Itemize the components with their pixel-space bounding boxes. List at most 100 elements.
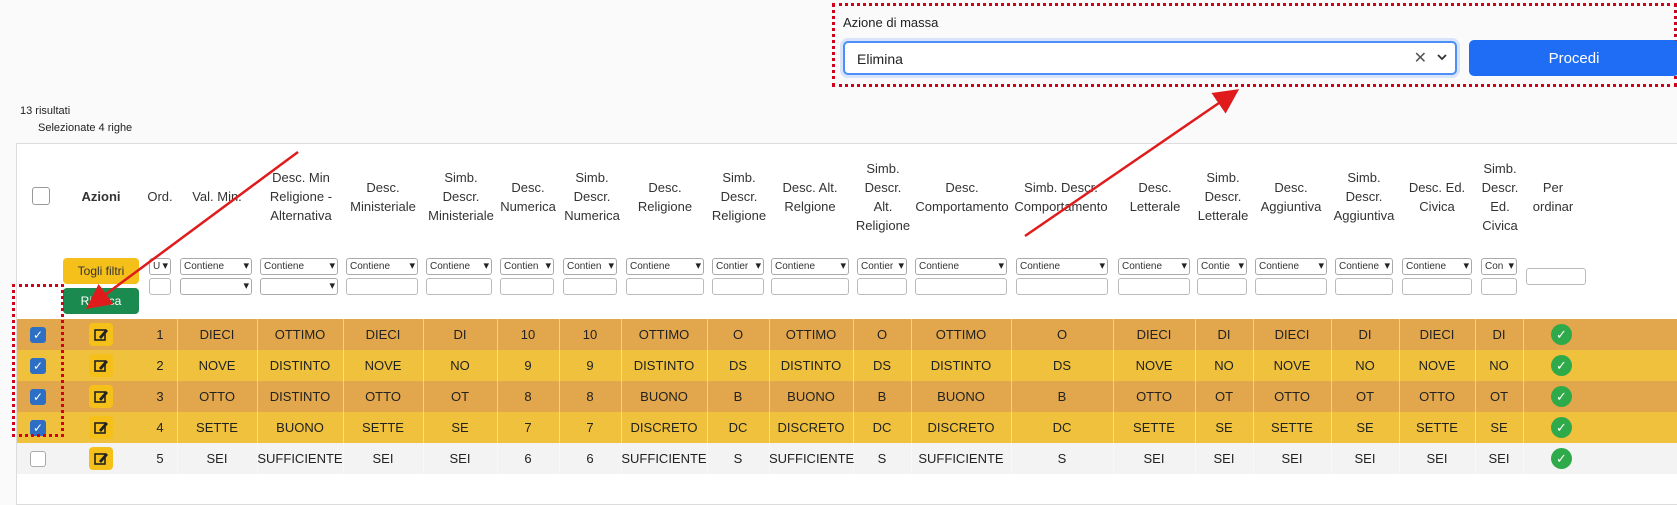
- cell-civ: DIECI: [1399, 319, 1476, 350]
- cell-val: SEI: [177, 443, 258, 474]
- select-all-checkbox[interactable]: [32, 187, 50, 205]
- procedi-button[interactable]: Procedi: [1469, 40, 1677, 76]
- header-simb-descr-comportamento[interactable]: Simb. Descr. Comportamento: [1011, 144, 1111, 249]
- header-desc-aggiuntiva[interactable]: Desc. Aggiuntiva: [1255, 144, 1327, 249]
- edit-button[interactable]: [89, 323, 113, 346]
- filter-desc-rel-operator[interactable]: Contiene: [626, 258, 704, 275]
- edit-button[interactable]: [89, 385, 113, 408]
- filter-desc-comp-input[interactable]: [915, 278, 1007, 295]
- header-simb-descr-numerica[interactable]: Simb. Descr. Numerica: [562, 144, 622, 249]
- filter-simb-num-operator[interactable]: Contien: [563, 258, 617, 275]
- header-simb-descr-alt-religione[interactable]: Simb. Descr. Alt. Religione: [855, 144, 911, 249]
- cell-s-lett: DI: [1195, 319, 1254, 350]
- cell-comp: OTTIMO: [911, 319, 1012, 350]
- chevron-down-icon[interactable]: [1435, 50, 1449, 64]
- filter-ord-operator[interactable]: U: [149, 258, 171, 275]
- header-simb-descr-ministeriale[interactable]: Simb. Descr. Ministeriale: [425, 144, 497, 249]
- filter-simb-lett-input[interactable]: [1197, 278, 1247, 295]
- check-circle-icon: ✓: [1551, 324, 1572, 345]
- header-ord[interactable]: Ord.: [143, 144, 177, 249]
- header-desc-letterale[interactable]: Desc. Letterale: [1117, 144, 1193, 249]
- ricerca-button[interactable]: Ricerca: [63, 288, 139, 314]
- filter-simb-agg-input[interactable]: [1335, 278, 1393, 295]
- filter-simb-rel-operator[interactable]: Contier: [712, 258, 764, 275]
- filter-simb-rel-input[interactable]: [712, 278, 764, 295]
- filter-simb-civ-operator[interactable]: Con: [1481, 258, 1517, 275]
- filter-val-min-operator[interactable]: Contiene: [180, 258, 252, 275]
- table-row[interactable]: ✓ 3 OTTO DISTINTO OTTO OT 8 8 BUONO B BUONO B BUONO B…: [17, 381, 1677, 412]
- close-icon[interactable]: ✕: [1414, 48, 1427, 68]
- cell-comp: BUONO: [911, 381, 1012, 412]
- cell-s-min: SEI: [423, 443, 498, 474]
- edit-button[interactable]: [89, 447, 113, 470]
- filter-desc-min-rel-value[interactable]: [260, 278, 338, 295]
- filter-simb-alt-input[interactable]: [857, 278, 907, 295]
- filter-desc-min-input[interactable]: [346, 278, 418, 295]
- cell-s-comp: O: [1011, 319, 1114, 350]
- filter-simb-civ-input[interactable]: [1481, 278, 1517, 295]
- header-desc-ministeriale[interactable]: Desc. Ministeriale: [345, 144, 421, 249]
- filter-desc-num-input[interactable]: [500, 278, 554, 295]
- filter-desc-agg-input[interactable]: [1255, 278, 1327, 295]
- togli-filtri-button[interactable]: Togli filtri: [63, 258, 139, 284]
- header-simb-descr-religione[interactable]: Simb. Descr. Religione: [710, 144, 768, 249]
- header-desc-ed-civica[interactable]: Desc. Ed. Civica: [1401, 144, 1473, 249]
- cell-rel: DISTINTO: [621, 350, 708, 381]
- filter-desc-lett-input[interactable]: [1118, 278, 1190, 295]
- cell-s-agg: DI: [1331, 319, 1400, 350]
- cell-min: NOVE: [343, 350, 424, 381]
- header-desc-min-rel-alt[interactable]: Desc. Min Religione - Alternativa: [259, 144, 343, 249]
- filter-simb-comp-operator[interactable]: Contiene: [1016, 258, 1108, 275]
- filter-simb-agg-operator[interactable]: Contiene: [1335, 258, 1393, 275]
- header-desc-comportamento[interactable]: Desc. Comportamento: [913, 144, 1011, 249]
- filter-ord-input[interactable]: [149, 278, 171, 295]
- row-checkbox[interactable]: [30, 451, 46, 467]
- filter-simb-min-input[interactable]: [426, 278, 492, 295]
- header-simb-descr-aggiuntiva[interactable]: Simb. Descr. Aggiuntiva: [1331, 144, 1397, 249]
- edit-icon: [94, 422, 108, 434]
- header-desc-numerica[interactable]: Desc. Numerica: [499, 144, 557, 249]
- filter-simb-num-input[interactable]: [563, 278, 617, 295]
- filter-val-min-value[interactable]: [180, 278, 252, 295]
- filter-simb-min-operator[interactable]: Contiene: [426, 258, 492, 275]
- filter-simb-lett-operator[interactable]: Contie: [1197, 258, 1247, 275]
- table-row[interactable]: 5 SEI SUFFICIENTE SEI SEI 6 6 SUFFICIENTE S SUFFI…: [17, 443, 1677, 474]
- cell-val: SETTE: [177, 412, 258, 443]
- filter-desc-num-operator[interactable]: Contien: [500, 258, 554, 275]
- filter-desc-alt-operator[interactable]: Contiene: [771, 258, 849, 275]
- filter-desc-civ-input[interactable]: [1402, 278, 1472, 295]
- mass-action-select[interactable]: Elimina ✕: [843, 41, 1457, 75]
- filter-simb-comp-input[interactable]: [1016, 278, 1108, 295]
- filter-desc-min-operator[interactable]: Contiene: [346, 258, 418, 275]
- edit-button[interactable]: [89, 354, 113, 377]
- header-desc-religione[interactable]: Desc. Religione: [624, 144, 706, 249]
- header-azioni: Azioni: [81, 189, 121, 204]
- header-simb-descr-ed-civica[interactable]: Simb. Descr. Ed. Civica: [1477, 144, 1523, 249]
- header-desc-alt-religione[interactable]: Desc. Alt. Relgione: [770, 144, 850, 249]
- cell-ord: 1: [143, 319, 178, 350]
- cell-s-comp: S: [1011, 443, 1114, 474]
- filter-desc-min-rel-operator[interactable]: Contiene: [260, 258, 338, 275]
- filter-desc-lett-operator[interactable]: Contiene: [1118, 258, 1190, 275]
- table-row[interactable]: ✓ 4 SETTE BUONO SETTE SE 7 7 DISCRETO DC DISCRETO D…: [17, 412, 1677, 443]
- table-row[interactable]: ✓ 2 NOVE DISTINTO NOVE NO 9 9 DISTINTO DS DISTINTO…: [17, 350, 1677, 381]
- filter-desc-comp-operator[interactable]: Contiene: [915, 258, 1007, 275]
- filter-desc-alt-input[interactable]: [771, 278, 849, 295]
- table-row[interactable]: ✓ 1 DIECI OTTIMO DIECI DI 10 10 OTTIMO O OTTIMO O OT…: [17, 319, 1677, 350]
- cell-ord: 3: [143, 381, 178, 412]
- filter-per-ordinario-input[interactable]: [1526, 268, 1586, 285]
- edit-button[interactable]: [89, 416, 113, 439]
- filter-desc-rel-input[interactable]: [626, 278, 704, 295]
- header-per-ordinario[interactable]: Per ordinar: [1523, 144, 1583, 249]
- header-simb-descr-letterale[interactable]: Simb. Descr. Letterale: [1195, 144, 1251, 249]
- cell-s-comp: DC: [1011, 412, 1114, 443]
- filter-desc-agg-operator[interactable]: Contiene: [1255, 258, 1327, 275]
- filter-simb-alt-operator[interactable]: Contier: [857, 258, 907, 275]
- cell-s-min: DI: [423, 319, 498, 350]
- cell-comp: DISTINTO: [911, 350, 1012, 381]
- header-val-min[interactable]: Val. Min.: [177, 144, 257, 249]
- cell-s-rel: S: [707, 443, 770, 474]
- cell-s-lett: OT: [1195, 381, 1254, 412]
- cell-ord: 2: [143, 350, 178, 381]
- filter-desc-civ-operator[interactable]: Contiene: [1402, 258, 1472, 275]
